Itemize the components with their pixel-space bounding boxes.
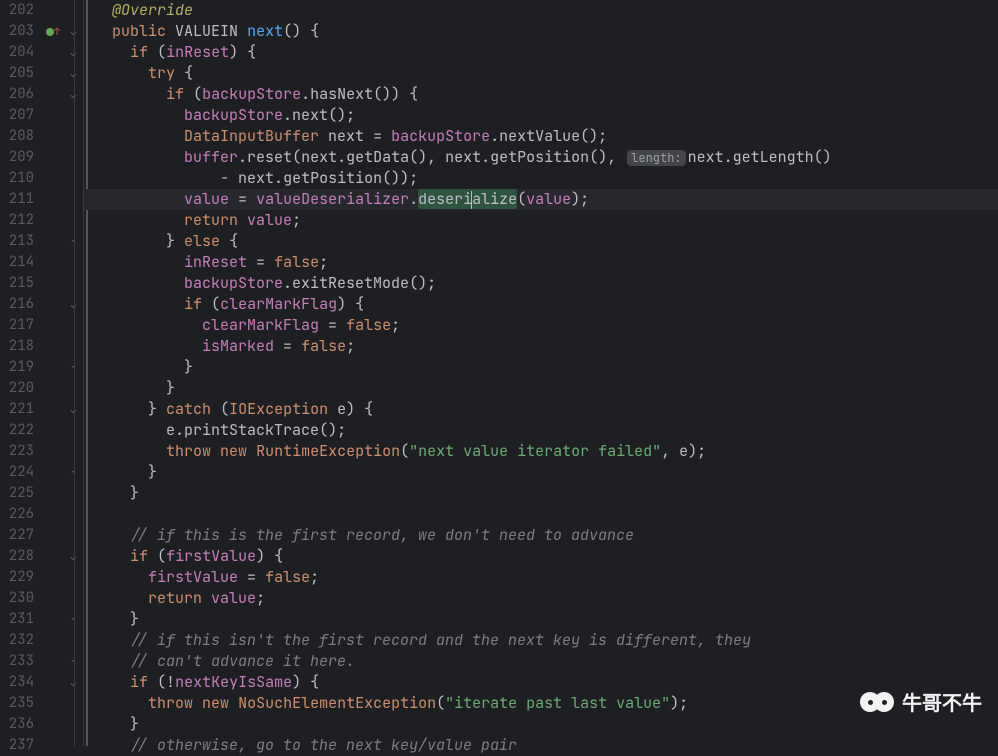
- line-number[interactable]: 220: [0, 378, 34, 399]
- code-line[interactable]: @Override: [94, 0, 998, 21]
- code-line[interactable]: e.printStackTrace();: [94, 420, 998, 441]
- watermark: 牛哥不牛: [860, 687, 982, 716]
- watermark-text: 牛哥不牛: [902, 687, 982, 716]
- line-number[interactable]: 211: [0, 189, 34, 210]
- code-area[interactable]: @Override public VALUEIN next() { if (in…: [84, 0, 998, 746]
- code-line[interactable]: return value;: [94, 210, 998, 231]
- line-number[interactable]: 208: [0, 126, 34, 147]
- line-number[interactable]: 206: [0, 84, 34, 105]
- wechat-icon: [860, 692, 894, 712]
- line-number[interactable]: 212: [0, 210, 34, 231]
- code-line[interactable]: throw new RuntimeException("next value i…: [94, 441, 998, 462]
- line-number[interactable]: 213: [0, 231, 34, 252]
- code-line[interactable]: // if this isn't the first record and th…: [94, 630, 998, 651]
- line-number[interactable]: 217: [0, 315, 34, 336]
- gutter-markers: ↑: [42, 0, 64, 746]
- code-line[interactable]: - next.getPosition());: [94, 168, 998, 189]
- code-line[interactable]: } catch (IOException e) {: [94, 399, 998, 420]
- code-editor: 202 203 204 205 206 207 208 209 210 211 …: [0, 0, 998, 746]
- code-line[interactable]: inReset = false;: [94, 252, 998, 273]
- line-number[interactable]: 216: [0, 294, 34, 315]
- code-line[interactable]: firstValue = false;: [94, 567, 998, 588]
- code-line[interactable]: clearMarkFlag = false;: [94, 315, 998, 336]
- text-caret: [471, 191, 472, 209]
- line-number[interactable]: 214: [0, 252, 34, 273]
- line-number[interactable]: 230: [0, 588, 34, 609]
- line-number[interactable]: 207: [0, 105, 34, 126]
- line-number[interactable]: 225: [0, 483, 34, 504]
- fold-column: ⌄ ⌄ ⌄ ⌄ ⌃ ⌄ ⌃ ⌄ ⌃ ⌄ ⌃ ⌃ ⌄: [64, 0, 84, 746]
- line-number[interactable]: 218: [0, 336, 34, 357]
- line-number[interactable]: 224: [0, 462, 34, 483]
- code-line[interactable]: } else {: [94, 231, 998, 252]
- code-line[interactable]: try {: [94, 63, 998, 84]
- line-number[interactable]: 226: [0, 504, 34, 525]
- line-number[interactable]: 231: [0, 609, 34, 630]
- code-line[interactable]: }: [94, 357, 998, 378]
- code-line[interactable]: value = valueDeserializer.deserialize(va…: [94, 189, 998, 210]
- code-line[interactable]: if (clearMarkFlag) {: [94, 294, 998, 315]
- code-line[interactable]: if (inReset) {: [94, 42, 998, 63]
- code-line[interactable]: [94, 504, 998, 525]
- line-number[interactable]: 227: [0, 525, 34, 546]
- code-line[interactable]: // can't advance it here.: [94, 651, 998, 672]
- line-number[interactable]: 219: [0, 357, 34, 378]
- line-number[interactable]: 210: [0, 168, 34, 189]
- code-line[interactable]: backupStore.exitResetMode();: [94, 273, 998, 294]
- code-line[interactable]: if (backupStore.hasNext()) {: [94, 84, 998, 105]
- inlay-hint: length:: [627, 150, 685, 166]
- code-line[interactable]: }: [94, 483, 998, 504]
- line-number[interactable]: 228: [0, 546, 34, 567]
- line-number[interactable]: 222: [0, 420, 34, 441]
- line-number[interactable]: 209: [0, 147, 34, 168]
- line-number[interactable]: 233: [0, 651, 34, 672]
- code-line[interactable]: }: [94, 609, 998, 630]
- code-line[interactable]: }: [94, 378, 998, 399]
- code-line[interactable]: public VALUEIN next() {: [94, 21, 998, 42]
- line-number[interactable]: 235: [0, 693, 34, 714]
- line-number[interactable]: 215: [0, 273, 34, 294]
- line-number[interactable]: 221: [0, 399, 34, 420]
- code-line[interactable]: }: [94, 462, 998, 483]
- line-number[interactable]: 203: [0, 21, 34, 42]
- line-number[interactable]: 223: [0, 441, 34, 462]
- code-line[interactable]: if (firstValue) {: [94, 546, 998, 567]
- line-number[interactable]: 229: [0, 567, 34, 588]
- code-line[interactable]: }: [94, 714, 998, 735]
- line-number[interactable]: 202: [0, 0, 34, 21]
- code-line[interactable]: DataInputBuffer next = backupStore.nextV…: [94, 126, 998, 147]
- line-number[interactable]: 204: [0, 42, 34, 63]
- line-number[interactable]: 205: [0, 63, 34, 84]
- override-marker-icon[interactable]: ↑: [42, 21, 64, 42]
- line-number[interactable]: 234: [0, 672, 34, 693]
- gutter-line-numbers: 202 203 204 205 206 207 208 209 210 211 …: [0, 0, 42, 746]
- line-number[interactable]: 236: [0, 714, 34, 735]
- code-line[interactable]: backupStore.next();: [94, 105, 998, 126]
- code-line[interactable]: buffer.reset(next.getData(), next.getPos…: [94, 147, 998, 168]
- code-line[interactable]: isMarked = false;: [94, 336, 998, 357]
- code-line[interactable]: // if this is the first record, we don't…: [94, 525, 998, 546]
- code-line[interactable]: return value;: [94, 588, 998, 609]
- line-number[interactable]: 232: [0, 630, 34, 651]
